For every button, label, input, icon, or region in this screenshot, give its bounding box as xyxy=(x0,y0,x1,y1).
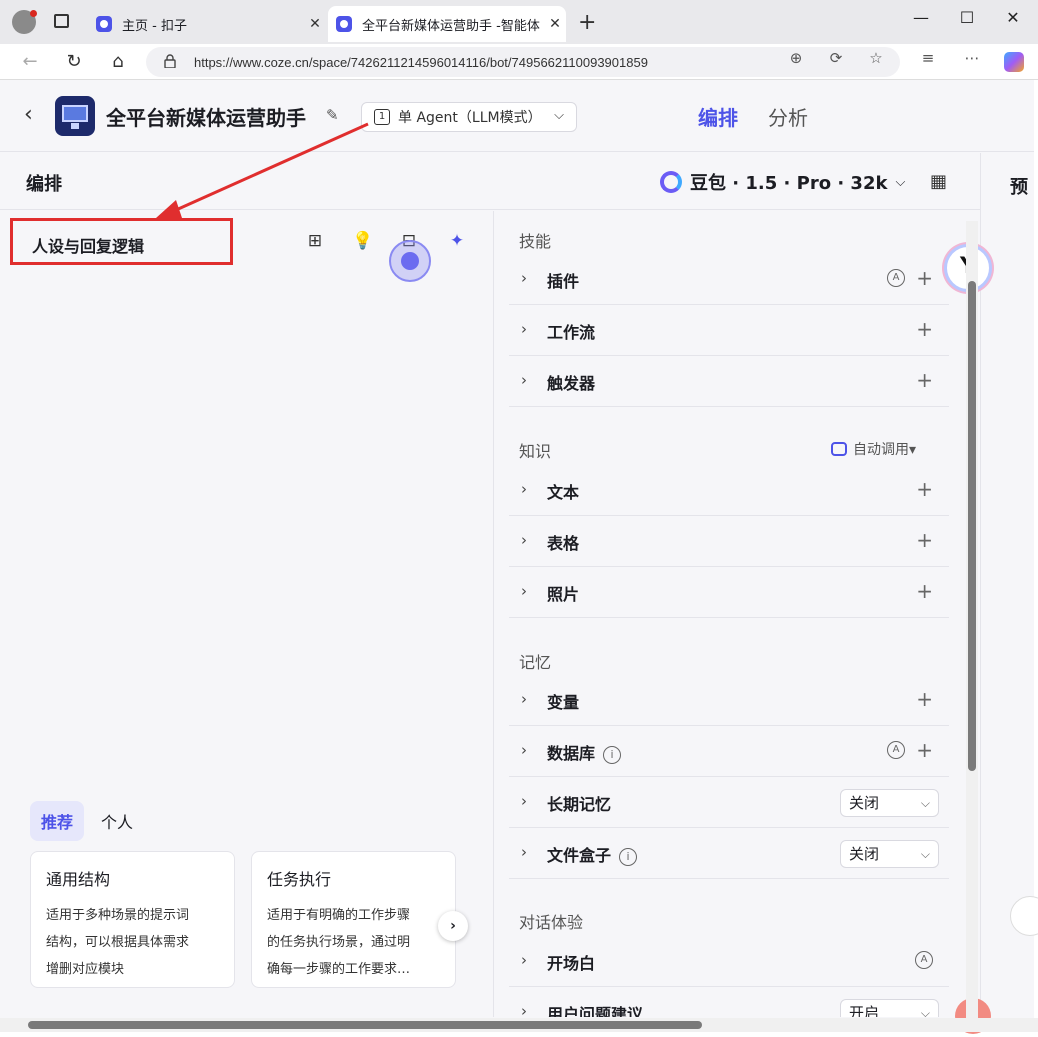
scrollbar-thumb[interactable] xyxy=(968,281,976,771)
annotation-arrow xyxy=(156,122,369,218)
scrollbar-thumb[interactable] xyxy=(28,1021,702,1029)
vertical-scrollbar[interactable] xyxy=(966,221,978,1020)
horizontal-scrollbar[interactable] xyxy=(0,1018,1038,1032)
